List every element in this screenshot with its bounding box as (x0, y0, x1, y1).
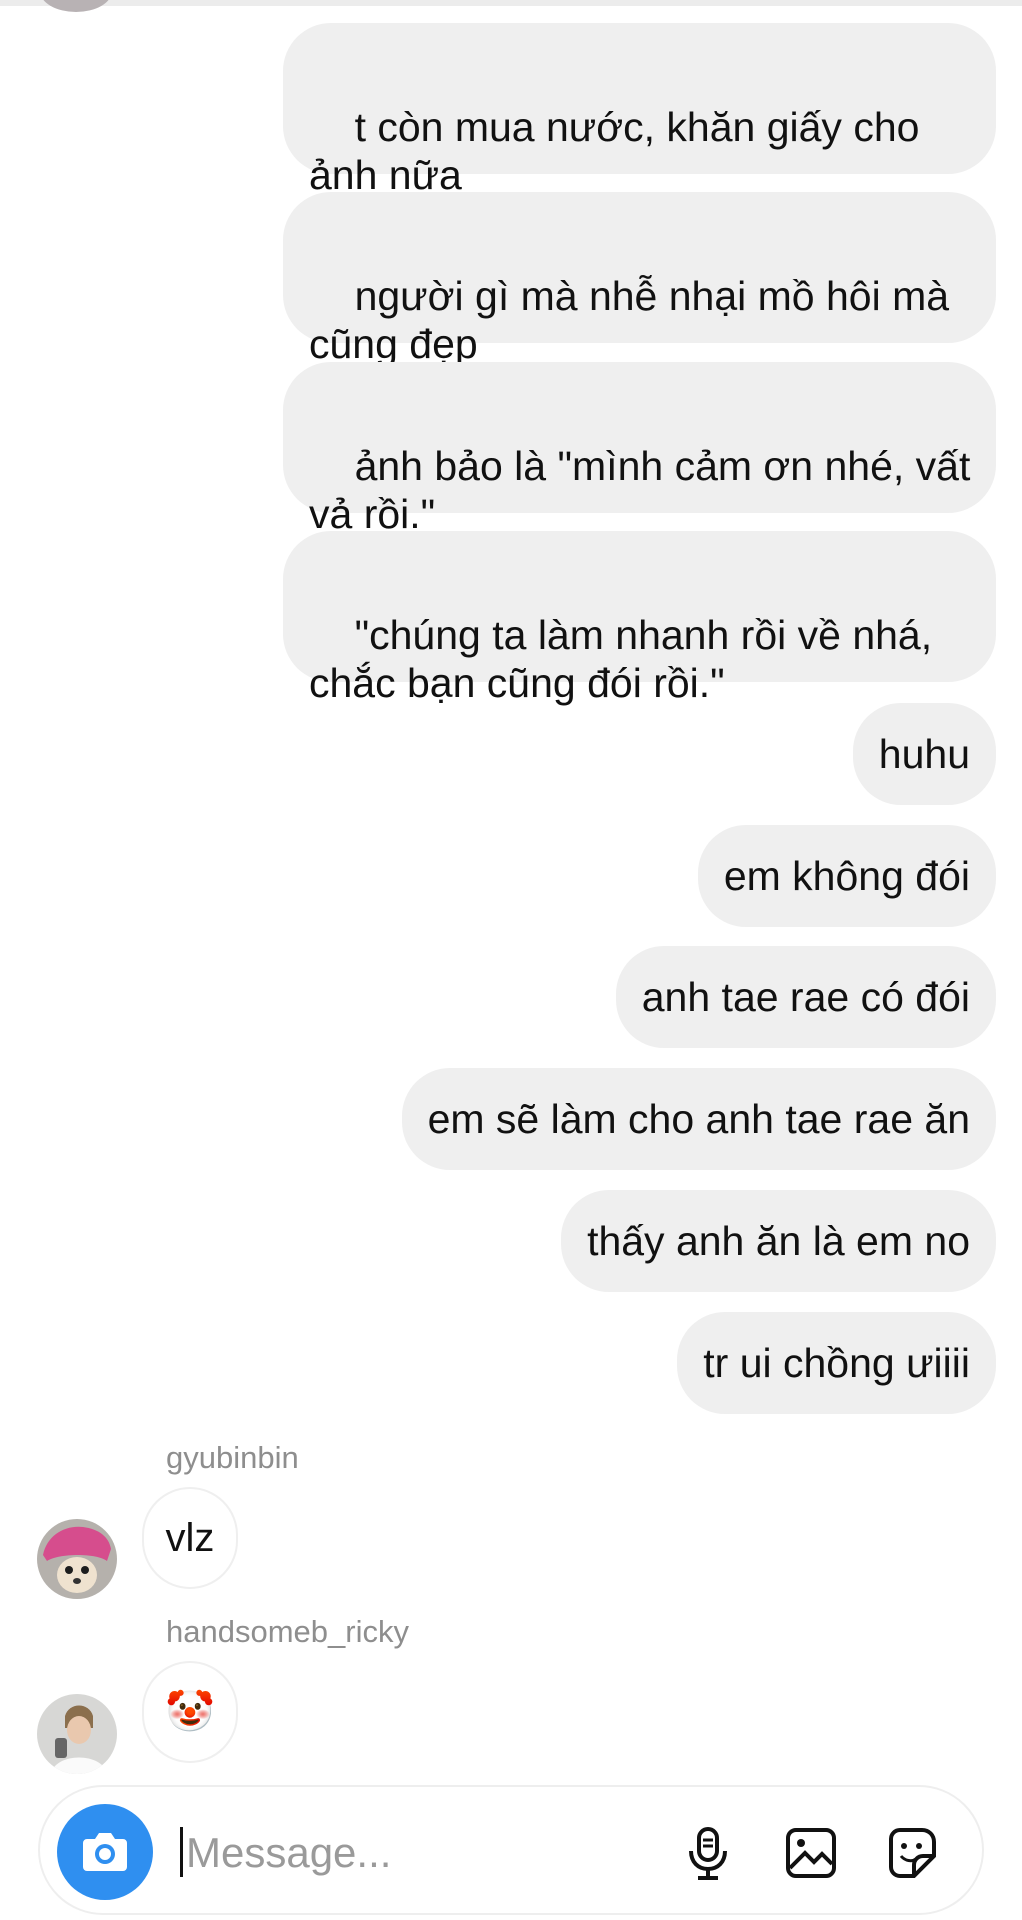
outgoing-message[interactable]: ảnh bảo là "mình cảm ơn nhé, vất vả rồi.… (283, 362, 996, 537)
dog-avatar[interactable] (37, 1519, 117, 1599)
message-input[interactable] (184, 1812, 638, 1894)
message-text: tr ui chồng ưiiii (703, 1340, 970, 1386)
person-avatar[interactable] (37, 1694, 117, 1774)
message-text: "chúng ta làm nhanh rồi về nhá, chắc bạn… (309, 612, 944, 706)
top-divider (0, 0, 1022, 6)
outgoing-message[interactable]: huhu (852, 703, 996, 805)
microphone-icon[interactable] (680, 1825, 736, 1881)
message-text: t còn mua nước, khăn giấy cho ảnh nữa (309, 104, 931, 198)
outgoing-message[interactable]: thấy anh ăn là em no (561, 1190, 996, 1292)
message-text: em không đói (723, 853, 970, 899)
outgoing-message[interactable]: "chúng ta làm nhanh rồi về nhá, chắc bạn… (283, 531, 996, 706)
message-text: vlz (165, 1516, 215, 1560)
image-gallery-icon[interactable] (783, 1825, 839, 1881)
message-text: huhu (878, 731, 970, 777)
outgoing-message[interactable]: t còn mua nước, khăn giấy cho ảnh nữa (283, 23, 996, 198)
text-caret (180, 1827, 183, 1877)
message-text: người gì mà nhễ nhại mồ hôi mà cũng đẹp (309, 273, 961, 367)
incoming-message[interactable]: 🤡 (142, 1661, 238, 1763)
message-text: ảnh bảo là "mình cảm ơn nhé, vất vả rồi.… (309, 443, 982, 537)
incoming-message[interactable]: vlz (142, 1487, 238, 1589)
sender-username: gyubinbin (166, 1440, 299, 1475)
outgoing-message[interactable]: người gì mà nhễ nhại mồ hôi mà cũng đẹp (283, 192, 996, 367)
partial-avatar (40, 0, 112, 12)
outgoing-message[interactable]: em không đói (697, 825, 996, 927)
sticker-icon[interactable] (883, 1825, 939, 1881)
message-text: em sẽ làm cho anh tae rae ăn (427, 1096, 970, 1142)
clown-emoji: 🤡 (165, 1690, 215, 1734)
outgoing-message[interactable]: em sẽ làm cho anh tae rae ăn (401, 1068, 996, 1170)
outgoing-message[interactable]: anh tae rae có đói (615, 946, 996, 1048)
message-composer (38, 1785, 984, 1915)
outgoing-message[interactable]: tr ui chồng ưiiii (677, 1312, 996, 1414)
camera-icon (83, 1833, 127, 1871)
camera-button[interactable] (57, 1804, 153, 1900)
sender-username: handsomeb_ricky (166, 1614, 409, 1649)
message-text: anh tae rae có đói (641, 974, 970, 1020)
message-text: thấy anh ăn là em no (587, 1218, 970, 1264)
